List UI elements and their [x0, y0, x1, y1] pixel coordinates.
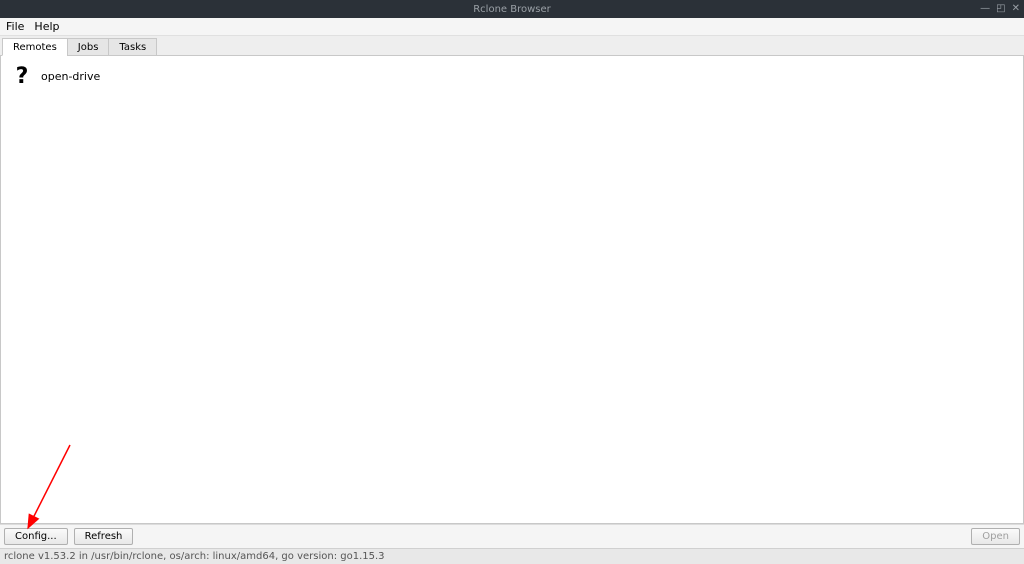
tab-label: Remotes [13, 42, 57, 53]
tabbar: Remotes Jobs Tasks [0, 36, 1024, 56]
minimize-icon[interactable]: — [980, 4, 990, 14]
status-text: rclone v1.53.2 in /usr/bin/rclone, os/ar… [4, 551, 385, 562]
window-title: Rclone Browser [473, 4, 551, 15]
tab-remotes[interactable]: Remotes [2, 38, 68, 56]
menu-help[interactable]: Help [34, 20, 59, 33]
menu-file[interactable]: File [6, 20, 24, 33]
menubar: File Help [0, 18, 1024, 36]
question-mark-icon: ? [11, 64, 33, 89]
content-area: ? open-drive [0, 56, 1024, 524]
maximize-icon[interactable]: ◰ [996, 4, 1005, 14]
remote-name: open-drive [41, 70, 100, 83]
remote-item[interactable]: ? open-drive [1, 56, 1023, 97]
titlebar: Rclone Browser — ◰ ✕ [0, 0, 1024, 18]
button-row: Config... Refresh Open [0, 524, 1024, 548]
open-button[interactable]: Open [971, 528, 1020, 545]
tab-tasks[interactable]: Tasks [108, 38, 157, 56]
statusbar: rclone v1.53.2 in /usr/bin/rclone, os/ar… [0, 548, 1024, 564]
config-button[interactable]: Config... [4, 528, 68, 545]
tab-label: Jobs [78, 42, 99, 53]
window-controls: — ◰ ✕ [980, 4, 1020, 14]
tab-label: Tasks [119, 42, 146, 53]
close-icon[interactable]: ✕ [1012, 4, 1020, 14]
refresh-button[interactable]: Refresh [74, 528, 134, 545]
tab-jobs[interactable]: Jobs [67, 38, 110, 56]
